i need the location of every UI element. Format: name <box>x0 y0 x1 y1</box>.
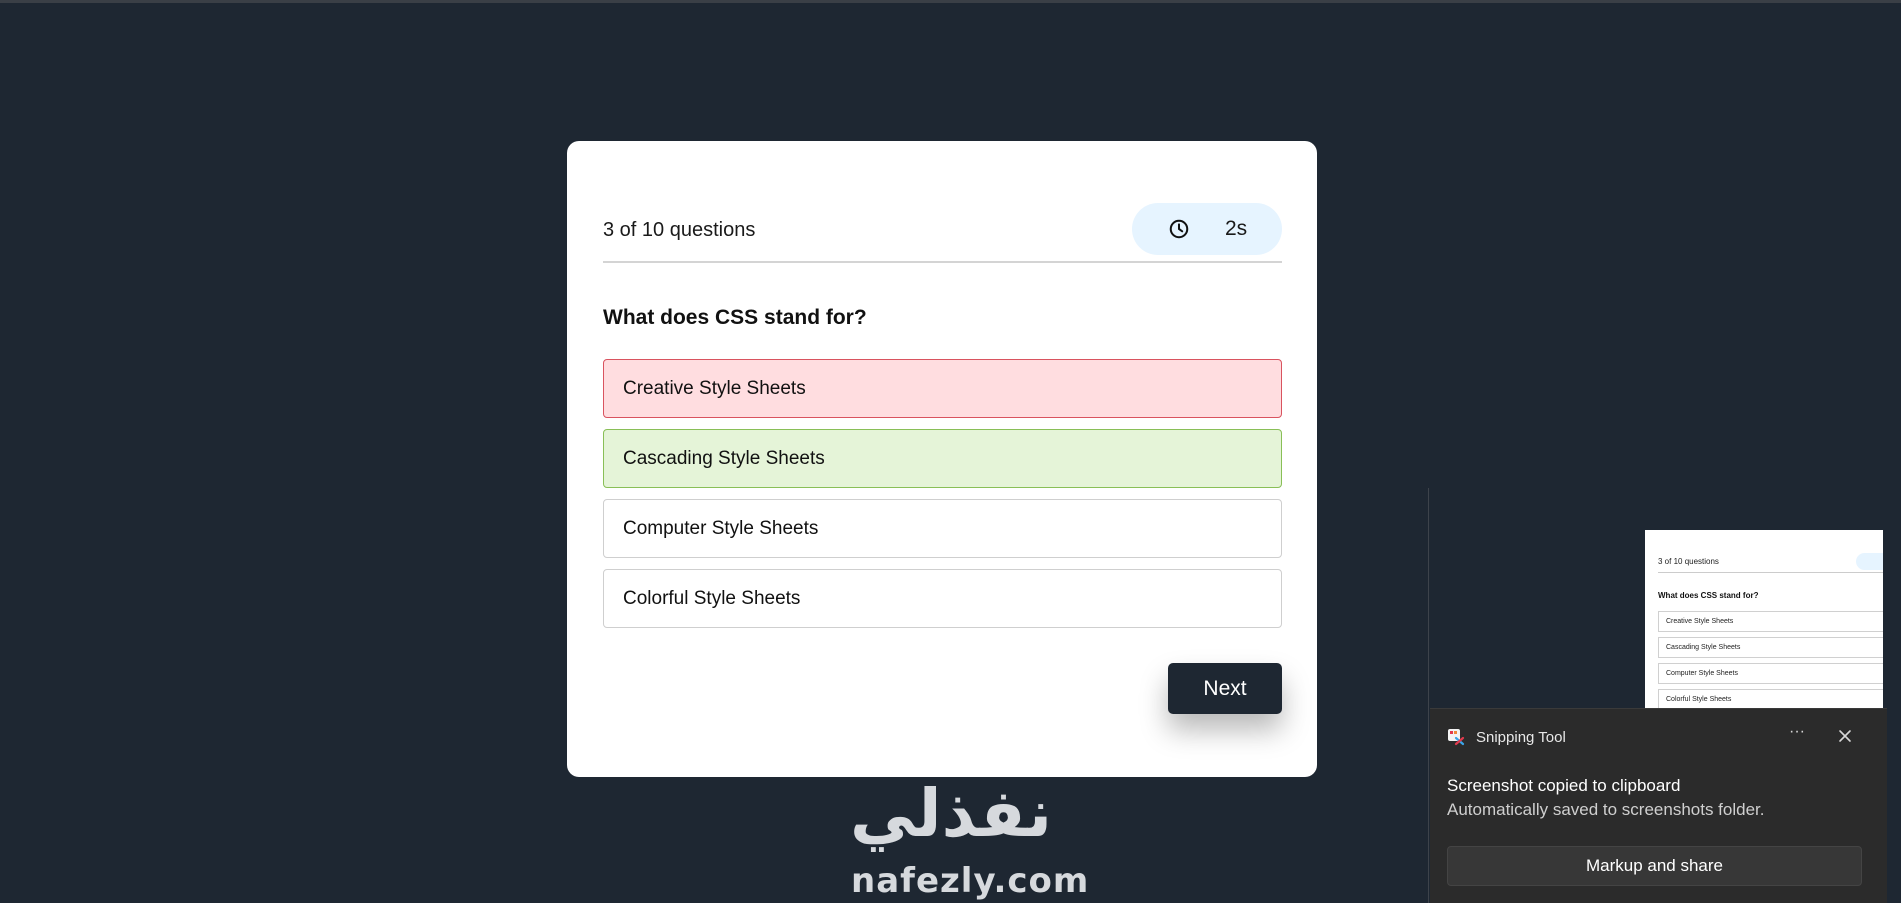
option-label: Cascading Style Sheets <box>623 447 825 469</box>
snipping-tool-icon <box>1448 729 1465 746</box>
ellipsis-icon[interactable]: ··· <box>1784 723 1810 747</box>
option-label: Colorful Style Sheets <box>623 587 801 609</box>
answer-options: Creative Style Sheets Cascading Style Sh… <box>603 359 1282 639</box>
watermark-logo-arabic: نفذلي <box>850 775 1052 852</box>
option-computer-style-sheets[interactable]: Computer Style Sheets <box>603 499 1282 558</box>
close-icon[interactable] <box>1833 724 1857 748</box>
thumbnail-option: Computer Style Sheets <box>1658 663 1883 684</box>
option-colorful-style-sheets[interactable]: Colorful Style Sheets <box>603 569 1282 628</box>
window-top-border <box>0 0 1901 3</box>
option-label: Computer Style Sheets <box>623 517 819 539</box>
thumbnail-option: Colorful Style Sheets <box>1658 689 1883 708</box>
thumbnail-divider <box>1658 572 1883 573</box>
screenshot-thumbnail[interactable]: 3 of 10 questions What does CSS stand fo… <box>1645 530 1883 708</box>
thumbnail-progress: 3 of 10 questions <box>1658 557 1719 566</box>
question-progress: 3 of 10 questions <box>603 219 756 241</box>
notification-title: Screenshot copied to clipboard <box>1447 776 1681 795</box>
timer-badge: 2s <box>1132 203 1282 255</box>
notification-body: Automatically saved to screenshots folde… <box>1447 800 1765 819</box>
timer-value: 2s <box>1225 217 1248 240</box>
thumbnail-options: Creative Style Sheets Cascading Style Sh… <box>1658 611 1883 708</box>
thumbnail-timer <box>1856 553 1883 570</box>
notification-app-name: Snipping Tool <box>1476 729 1566 746</box>
option-creative-style-sheets[interactable]: Creative Style Sheets <box>603 359 1282 418</box>
snipping-tool-notification: Snipping Tool ··· Screenshot copied to c… <box>1430 708 1887 903</box>
clock-icon <box>1169 219 1189 239</box>
markup-and-share-button[interactable]: Markup and share <box>1447 846 1862 886</box>
thumbnail-question: What does CSS stand for? <box>1658 591 1759 600</box>
option-cascading-style-sheets[interactable]: Cascading Style Sheets <box>603 429 1282 488</box>
option-label: Creative Style Sheets <box>623 377 806 399</box>
thumbnail-option: Creative Style Sheets <box>1658 611 1883 632</box>
quiz-card: 3 of 10 questions 2s What does CSS stand… <box>567 141 1317 777</box>
thumbnail-option: Cascading Style Sheets <box>1658 637 1883 658</box>
next-button[interactable]: Next <box>1168 663 1282 714</box>
watermark-logo-url: nafezly.com <box>851 861 1090 901</box>
question-text: What does CSS stand for? <box>603 306 867 329</box>
quiz-header: 3 of 10 questions 2s <box>603 203 1282 263</box>
screen-divider <box>1428 488 1429 903</box>
